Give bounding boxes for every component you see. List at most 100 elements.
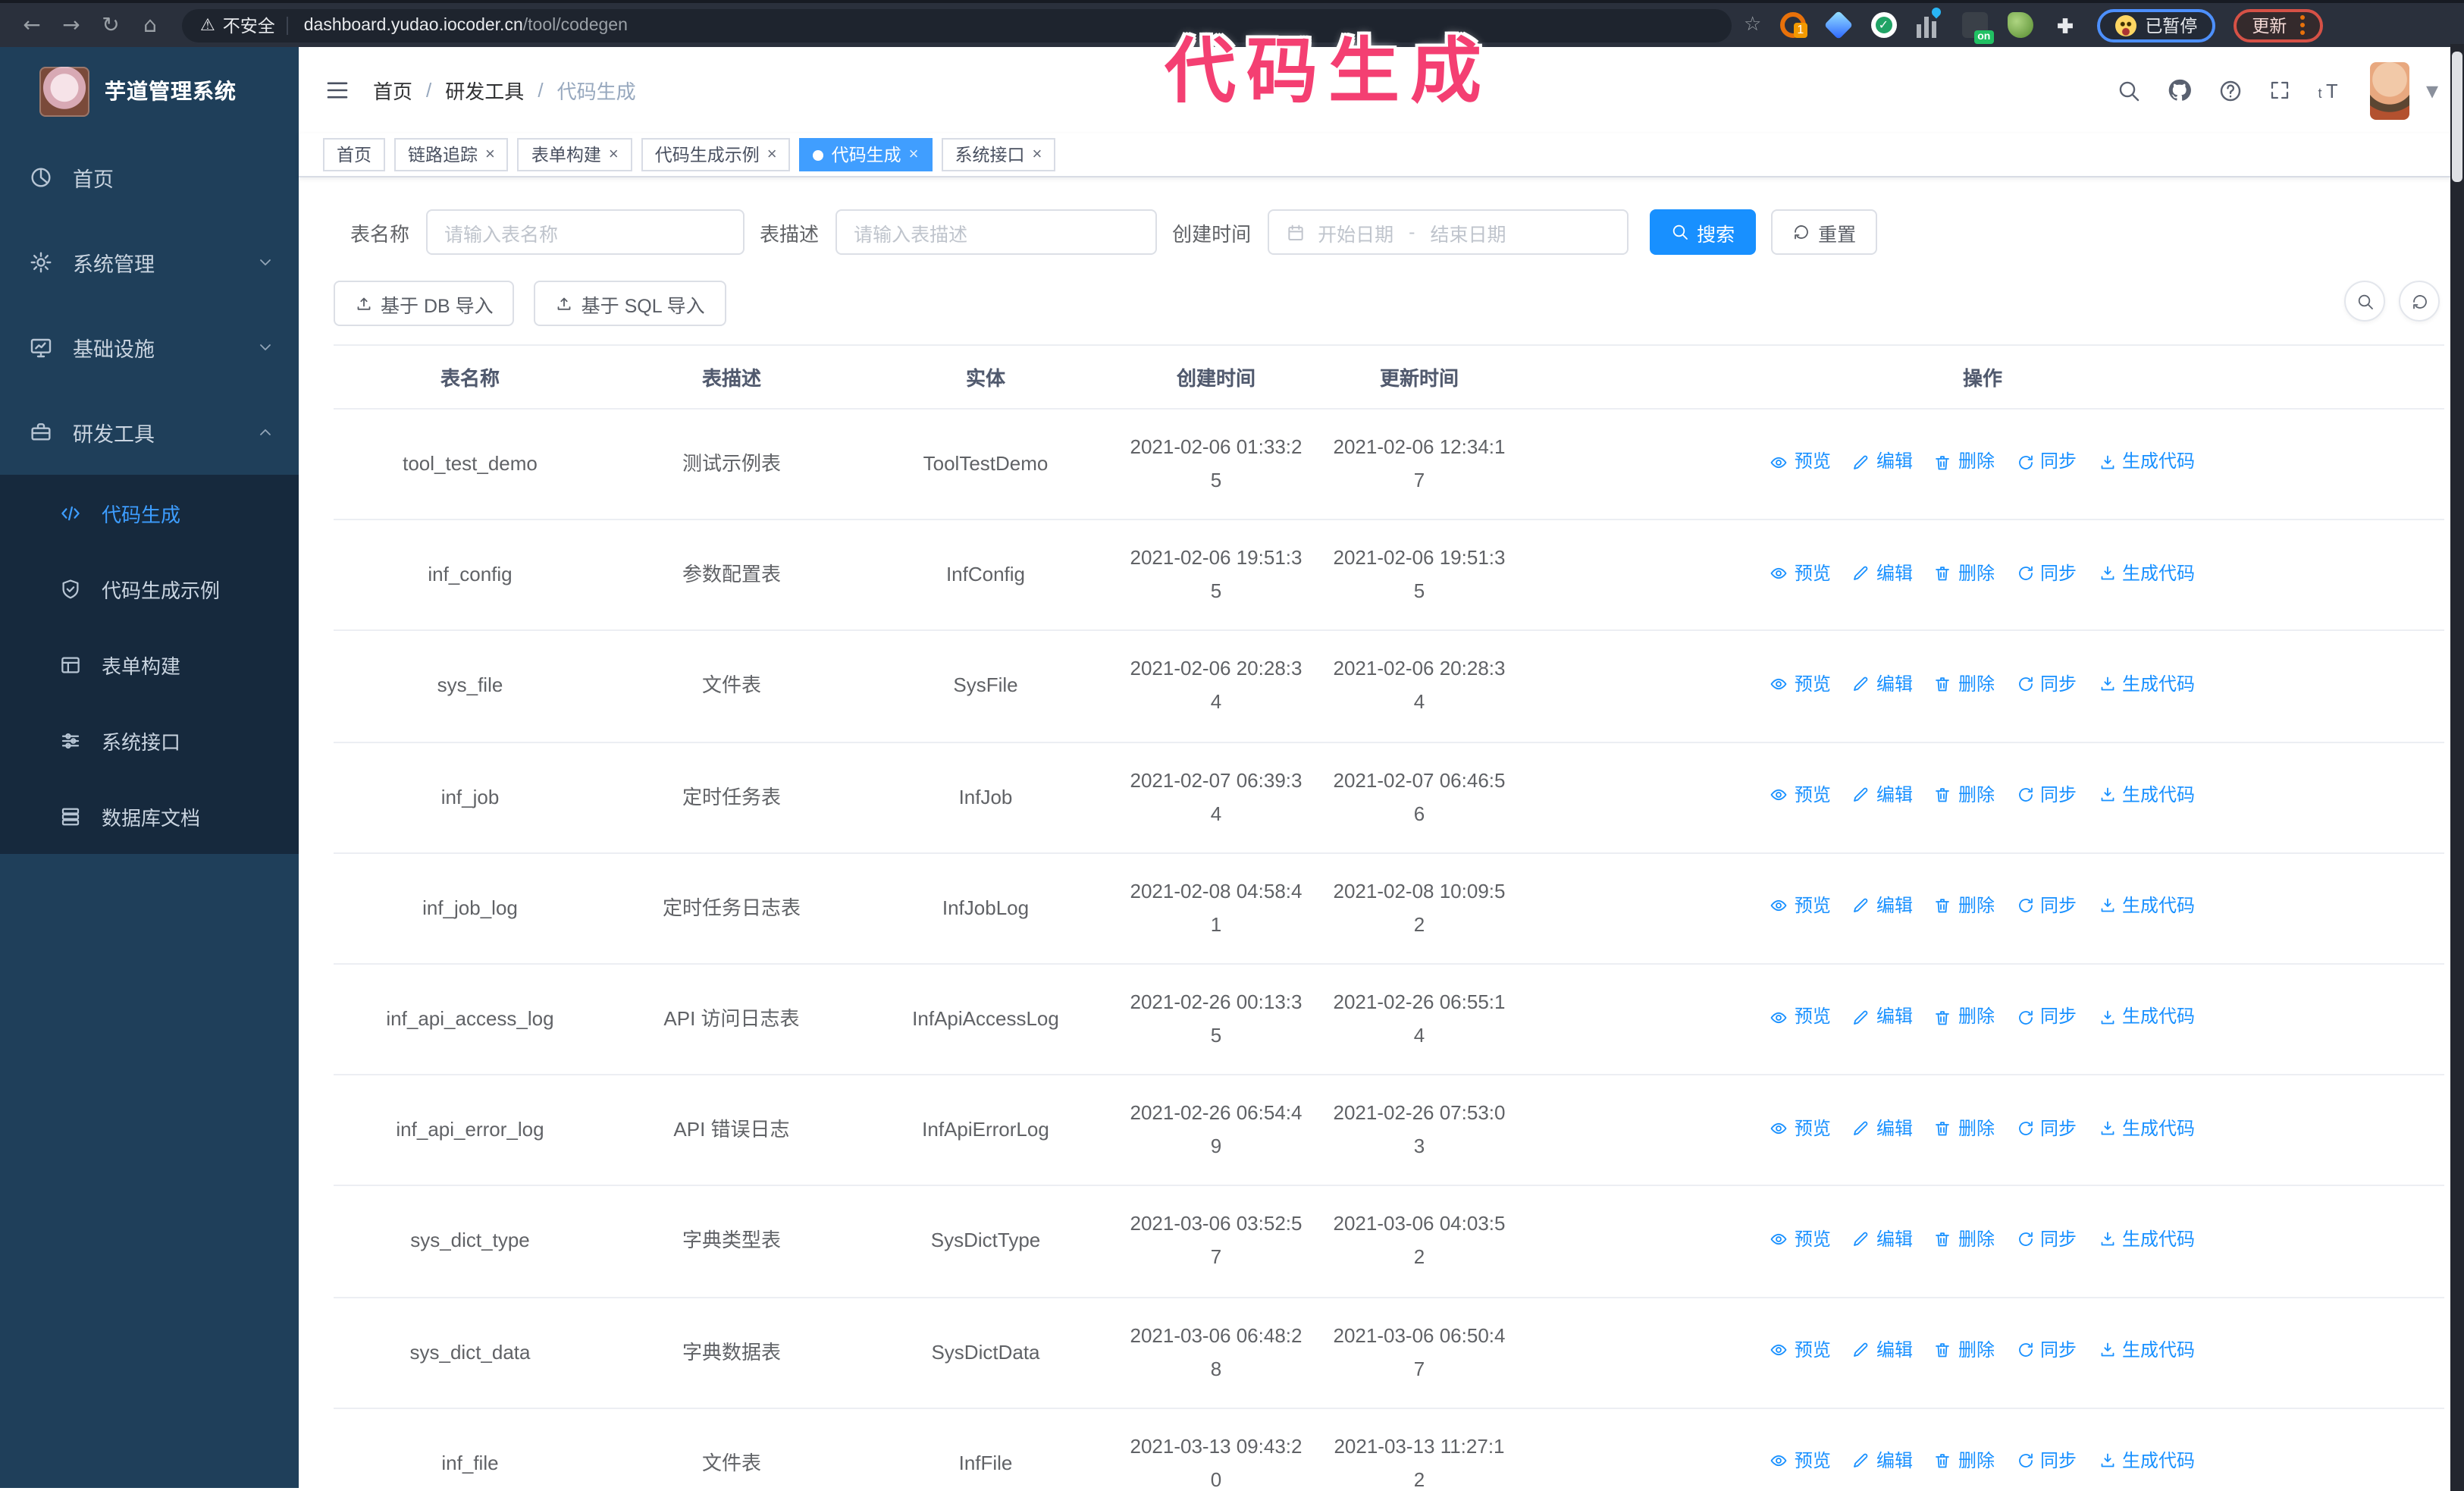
- extension-icon[interactable]: [2007, 12, 2033, 38]
- action-preview-link[interactable]: 预览: [1770, 447, 1831, 478]
- action-preview-link[interactable]: 预览: [1770, 890, 1831, 921]
- action-preview-link[interactable]: 预览: [1770, 669, 1831, 700]
- close-icon[interactable]: ×: [767, 146, 777, 163]
- caret-down-icon[interactable]: ▾: [2426, 76, 2438, 105]
- action-delete-link[interactable]: 删除: [1934, 1335, 1995, 1366]
- action-edit-link[interactable]: 编辑: [1852, 780, 1913, 811]
- action-edit-link[interactable]: 编辑: [1852, 1002, 1913, 1033]
- action-edit-link[interactable]: 编辑: [1852, 890, 1913, 921]
- action-generate-link[interactable]: 生成代码: [2098, 1224, 2195, 1255]
- action-preview-link[interactable]: 预览: [1770, 1002, 1831, 1033]
- close-icon[interactable]: ×: [1033, 146, 1042, 163]
- date-range-picker[interactable]: 开始日期 - 结束日期: [1268, 209, 1629, 255]
- extension-icon[interactable]: on: [1961, 12, 1994, 44]
- action-generate-link[interactable]: 生成代码: [2098, 557, 2195, 589]
- close-icon[interactable]: ×: [909, 146, 919, 163]
- action-preview-link[interactable]: 预览: [1770, 1335, 1831, 1366]
- action-sync-link[interactable]: 同步: [2016, 669, 2077, 700]
- action-generate-link[interactable]: 生成代码: [2098, 1445, 2195, 1477]
- github-icon[interactable]: [2167, 77, 2193, 103]
- extension-icon[interactable]: [1916, 5, 1942, 38]
- action-edit-link[interactable]: 编辑: [1852, 447, 1913, 478]
- action-generate-link[interactable]: 生成代码: [2098, 669, 2195, 700]
- reset-button[interactable]: 重置: [1771, 209, 1878, 255]
- scrollbar-thumb[interactable]: [2452, 52, 2462, 182]
- action-preview-link[interactable]: 预览: [1770, 780, 1831, 811]
- tab-0[interactable]: 首页: [323, 138, 385, 171]
- security-label[interactable]: 不安全: [223, 13, 275, 37]
- fullscreen-icon[interactable]: [2268, 79, 2291, 102]
- tab-2[interactable]: 表单构建 ×: [517, 138, 632, 171]
- breadcrumb-tools[interactable]: 研发工具: [445, 76, 524, 105]
- tab-5[interactable]: 系统接口 ×: [941, 138, 1056, 171]
- sidebar-subitem-3[interactable]: 系统接口: [0, 702, 299, 778]
- import-sql-button[interactable]: 基于 SQL 导入: [534, 281, 726, 326]
- action-generate-link[interactable]: 生成代码: [2098, 1335, 2195, 1366]
- action-generate-link[interactable]: 生成代码: [2098, 890, 2195, 921]
- hamburger-icon[interactable]: [324, 77, 350, 103]
- action-sync-link[interactable]: 同步: [2016, 1335, 2077, 1366]
- action-sync-link[interactable]: 同步: [2016, 447, 2077, 478]
- font-size-icon[interactable]: tT: [2317, 77, 2344, 104]
- table-name-input[interactable]: 请输入表名称: [426, 209, 745, 255]
- sidebar-subitem-0[interactable]: 代码生成: [0, 475, 299, 551]
- action-edit-link[interactable]: 编辑: [1852, 1113, 1913, 1144]
- action-sync-link[interactable]: 同步: [2016, 1002, 2077, 1033]
- extension-icon[interactable]: [1823, 10, 1853, 40]
- action-delete-link[interactable]: 删除: [1934, 780, 1995, 811]
- close-icon[interactable]: ×: [609, 146, 619, 163]
- puzzle-icon[interactable]: [2052, 12, 2078, 38]
- action-sync-link[interactable]: 同步: [2016, 780, 2077, 811]
- sidebar-subitem-2[interactable]: 表单构建: [0, 626, 299, 702]
- action-delete-link[interactable]: 删除: [1934, 1002, 1995, 1033]
- action-sync-link[interactable]: 同步: [2016, 1113, 2077, 1144]
- action-delete-link[interactable]: 删除: [1934, 890, 1995, 921]
- paused-chip[interactable]: 已暂停: [2096, 8, 2216, 42]
- sidebar-item-1[interactable]: 系统管理: [0, 220, 299, 305]
- action-delete-link[interactable]: 删除: [1934, 1445, 1995, 1477]
- action-delete-link[interactable]: 删除: [1934, 1113, 1995, 1144]
- forward-icon[interactable]: →: [52, 13, 91, 37]
- help-icon[interactable]: [2218, 78, 2243, 102]
- action-generate-link[interactable]: 生成代码: [2098, 780, 2195, 811]
- home-icon[interactable]: ⌂: [130, 13, 170, 37]
- action-preview-link[interactable]: 预览: [1770, 557, 1831, 589]
- address-bar[interactable]: ⚠ 不安全 dashboard.yudao.iocoder.cn/tool/co…: [182, 8, 1732, 42]
- action-generate-link[interactable]: 生成代码: [2098, 1113, 2195, 1144]
- search-icon[interactable]: [2117, 78, 2141, 102]
- action-edit-link[interactable]: 编辑: [1852, 1335, 1913, 1366]
- kebab-menu-icon[interactable]: [2300, 15, 2306, 35]
- action-sync-link[interactable]: 同步: [2016, 557, 2077, 589]
- sidebar-item-3[interactable]: 研发工具: [0, 390, 299, 475]
- logo-row[interactable]: 芋道管理系统: [0, 47, 299, 135]
- avatar[interactable]: [2369, 61, 2409, 119]
- tab-3[interactable]: 代码生成示例 ×: [641, 138, 791, 171]
- action-edit-link[interactable]: 编辑: [1852, 1224, 1913, 1255]
- action-edit-link[interactable]: 编辑: [1852, 669, 1913, 700]
- close-icon[interactable]: ×: [485, 146, 495, 163]
- action-generate-link[interactable]: 生成代码: [2098, 447, 2195, 478]
- action-sync-link[interactable]: 同步: [2016, 1224, 2077, 1255]
- update-chip[interactable]: 更新: [2234, 8, 2324, 42]
- search-button[interactable]: 搜索: [1650, 209, 1757, 255]
- back-icon[interactable]: ←: [12, 13, 52, 37]
- action-preview-link[interactable]: 预览: [1770, 1224, 1831, 1255]
- tab-1[interactable]: 链路追踪 ×: [394, 138, 509, 171]
- scrollbar[interactable]: [2450, 44, 2464, 1491]
- action-delete-link[interactable]: 删除: [1934, 557, 1995, 589]
- action-sync-link[interactable]: 同步: [2016, 1445, 2077, 1477]
- action-edit-link[interactable]: 编辑: [1852, 1445, 1913, 1477]
- action-delete-link[interactable]: 删除: [1934, 1224, 1995, 1255]
- bookmark-star-icon[interactable]: ☆: [1744, 14, 1761, 36]
- import-db-button[interactable]: 基于 DB 导入: [334, 281, 515, 326]
- reload-icon[interactable]: ↻: [91, 13, 130, 37]
- extension-icon[interactable]: ✓: [1870, 12, 1897, 38]
- sidebar-item-0[interactable]: 首页: [0, 135, 299, 220]
- action-delete-link[interactable]: 删除: [1934, 669, 1995, 700]
- tab-4[interactable]: 代码生成 ×: [799, 138, 933, 171]
- sidebar-subitem-1[interactable]: 代码生成示例: [0, 551, 299, 626]
- sidebar-subitem-4[interactable]: 数据库文档: [0, 778, 299, 854]
- action-generate-link[interactable]: 生成代码: [2098, 1002, 2195, 1033]
- action-delete-link[interactable]: 删除: [1934, 447, 1995, 478]
- action-sync-link[interactable]: 同步: [2016, 890, 2077, 921]
